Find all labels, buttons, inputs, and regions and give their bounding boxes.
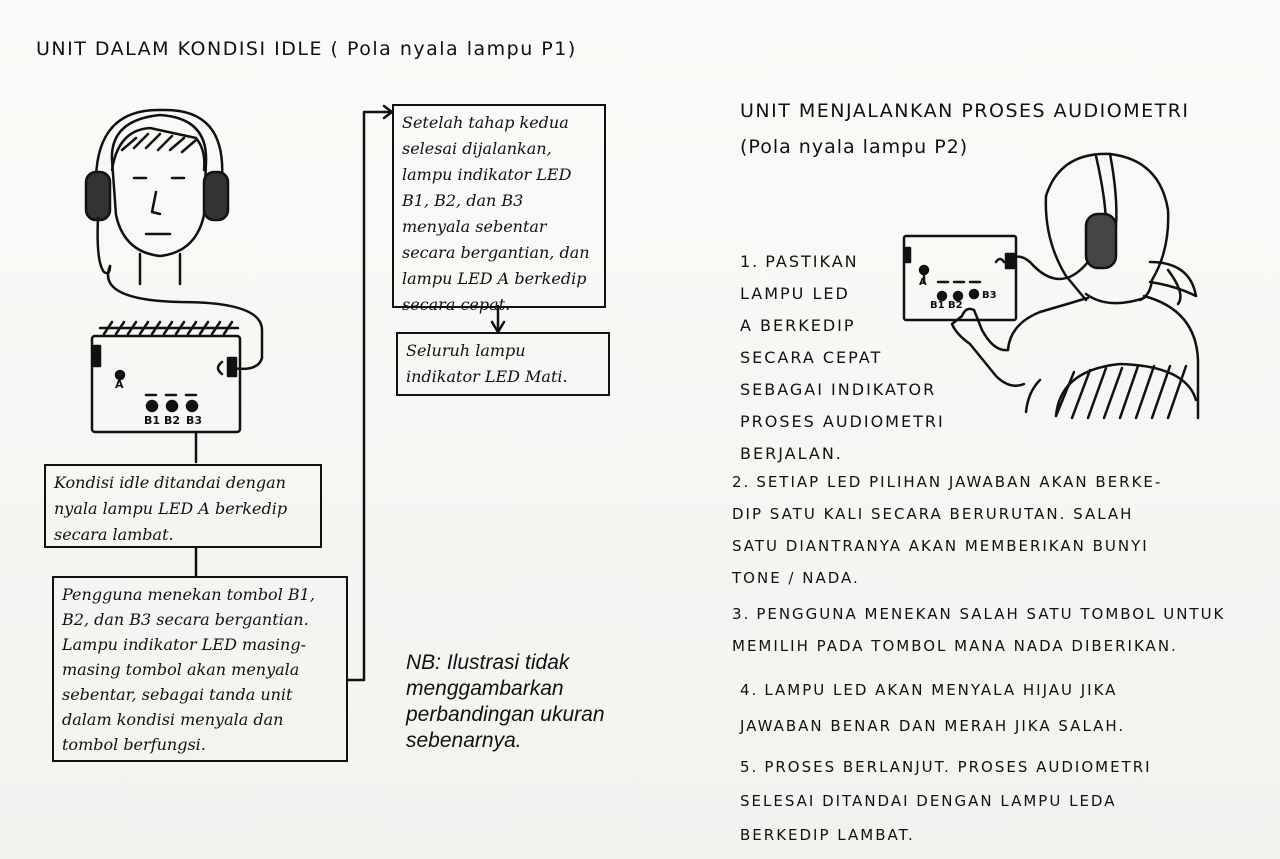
step-2-number: 2. (732, 473, 751, 491)
second-stage-text: Setelah tahap kedua selesai dijalankan, … (402, 113, 590, 314)
idle-description-box: Kondisi idle ditandai dengan nyala lampu… (44, 464, 322, 548)
step-5-number: 5. (740, 758, 759, 776)
person-headphones-illustration (84, 108, 264, 371)
sketch-page: UNIT DALAM KONDISI IDLE ( Pola nyala lam… (0, 0, 1280, 859)
step-4-number: 4. (740, 681, 759, 699)
step-5-text: PROSES BERLANJUT. PROSES AUDIOMETRI SELE… (740, 758, 1152, 844)
woman-headphones-illustration (950, 152, 1200, 420)
step-5: 5. PROSES BERLANJUT. PROSES AUDIOMETRI SE… (740, 716, 1270, 852)
right-title-line1: UNIT MENJALANKAN PROSES AUDIOMETRI (740, 100, 1190, 122)
step-3-number: 3. (732, 605, 751, 623)
illustration-note: NB: Ilustrasi tidak menggambarkan perban… (406, 651, 605, 752)
step-1: 1. PASTIKAN LAMPU LED A BERKEDIP SECARA C… (740, 214, 960, 470)
button-press-text: Pengguna menekan tombol B1, B2, dan B3 s… (62, 585, 315, 754)
all-leds-off-box: Seluruh lampu indikator LED Mati. (396, 332, 610, 396)
idle-description-text: Kondisi idle ditandai dengan nyala lampu… (54, 473, 288, 544)
b1-label-left: B1 (144, 414, 161, 427)
all-leds-off-text: Seluruh lampu indikator LED Mati. (406, 341, 568, 386)
b3-label-right: B3 (982, 290, 997, 301)
step-1-number: 1. (740, 252, 760, 271)
connector-press-to-second (346, 110, 392, 682)
led-a-label-left: A (115, 378, 124, 391)
button-press-box: Pengguna menekan tombol B1, B2, dan B3 s… (52, 576, 348, 762)
right-title-line2: (Pola nyala lampu P2) (740, 136, 969, 158)
b3-label-left: B3 (186, 414, 203, 427)
second-stage-box: Setelah tahap kedua selesai dijalankan, … (392, 104, 606, 314)
b2-label-left: B2 (164, 414, 181, 427)
step-1-text: PASTIKAN LAMPU LED A BERKEDIP SECARA CEP… (740, 252, 945, 463)
